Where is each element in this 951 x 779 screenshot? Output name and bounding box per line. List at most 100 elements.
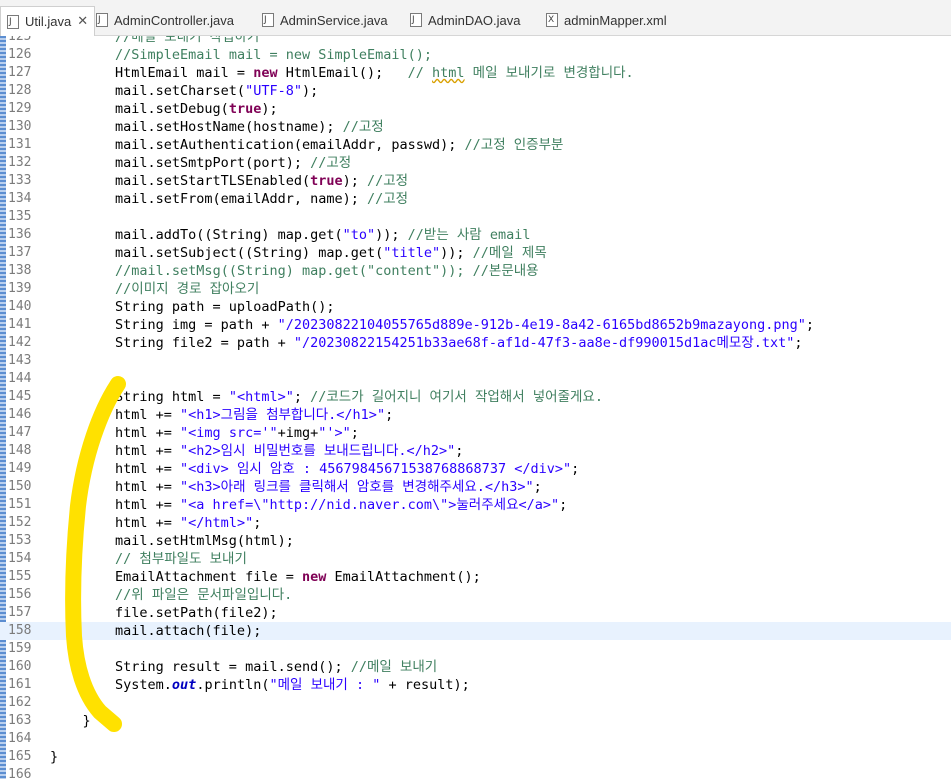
code-line[interactable]: 133 mail.setStartTLSEnabled(true); //고정 (0, 172, 951, 190)
code-text[interactable]: mail.setSmtpPort(port); //고정 (50, 154, 351, 172)
code-text[interactable]: html += "<h2>임시 비밀번호를 보내드립니다.</h2>"; (50, 442, 463, 460)
code-line[interactable]: 147 html += "<img src='"+img+"'>"; (0, 424, 951, 442)
code-text[interactable]: String path = uploadPath(); (50, 298, 334, 316)
code-line[interactable]: 151 html += "<a href=\"http://nid.naver.… (0, 496, 951, 514)
code-text[interactable]: //SimpleEmail mail = new SimpleEmail(); (50, 46, 432, 64)
code-line[interactable]: 137 mail.setSubject((String) map.get("ti… (0, 244, 951, 262)
code-text[interactable]: html += "</html>"; (50, 514, 261, 532)
code-line[interactable]: 149 html += "<div> 임시 암호 : 4567984567153… (0, 460, 951, 478)
tab-label: adminMapper.xml (564, 12, 667, 28)
tab-label: AdminDAO.java (428, 12, 521, 28)
line-number: 161 (8, 677, 32, 692)
line-number: 144 (8, 371, 32, 386)
code-line[interactable]: 129 mail.setDebug(true); (0, 100, 951, 118)
code-text[interactable]: mail.setCharset("UTF-8"); (50, 82, 318, 100)
tab-label: AdminService.java (280, 12, 388, 28)
code-line[interactable]: 140 String path = uploadPath(); (0, 298, 951, 316)
code-line[interactable]: 143 (0, 352, 951, 370)
code-line[interactable]: 166 (0, 766, 951, 779)
line-number: 136 (8, 227, 32, 242)
tab-util-java[interactable]: J Util.java ✕ (0, 6, 96, 36)
code-text[interactable]: HtmlEmail mail = new HtmlEmail(); // htm… (50, 64, 634, 82)
code-line[interactable]: 144 (0, 370, 951, 388)
code-line[interactable]: 153 mail.setHtmlMsg(html); (0, 532, 951, 550)
line-number: 147 (8, 425, 32, 440)
code-line[interactable]: 131 mail.setAuthentication(emailAddr, pa… (0, 136, 951, 154)
code-text[interactable]: html += "<a href=\"http://nid.naver.com\… (50, 496, 567, 514)
code-text[interactable]: mail.attach(file); (50, 622, 261, 640)
code-line[interactable]: 126 //SimpleEmail mail = new SimpleEmail… (0, 46, 951, 64)
code-line[interactable]: 127 HtmlEmail mail = new HtmlEmail(); //… (0, 64, 951, 82)
code-text[interactable]: mail.setHtmlMsg(html); (50, 532, 294, 550)
code-text[interactable]: //이미지 경로 잡아오기 (50, 280, 259, 298)
code-text[interactable]: //메일 보내기 작업하기 (50, 36, 259, 46)
code-text[interactable]: mail.setAuthentication(emailAddr, passwd… (50, 136, 563, 154)
code-text[interactable]: mail.setDebug(true); (50, 100, 278, 118)
code-line[interactable]: 146 html += "<h1>그림을 첨부합니다.</h1>"; (0, 406, 951, 424)
code-line[interactable]: 130 mail.setHostName(hostname); //고정 (0, 118, 951, 136)
line-number: 130 (8, 119, 32, 134)
code-line[interactable]: 162 (0, 694, 951, 712)
line-number: 155 (8, 569, 32, 584)
code-line[interactable]: 142 String file2 = path + "/202308221542… (0, 334, 951, 352)
tab-adminmapper-xml[interactable]: X adminMapper.xml (546, 8, 667, 32)
code-line[interactable]: 141 String img = path + "/20230822104055… (0, 316, 951, 334)
code-line[interactable]: 148 html += "<h2>임시 비밀번호를 보내드립니다.</h2>"; (0, 442, 951, 460)
code-text[interactable]: html += "<img src='"+img+"'>"; (50, 424, 359, 442)
code-line[interactable]: 157 file.setPath(file2); (0, 604, 951, 622)
code-text[interactable]: mail.setHostName(hostname); //고정 (50, 118, 384, 136)
line-number: 156 (8, 587, 32, 602)
code-line[interactable]: 165} (0, 748, 951, 766)
java-file-icon: J (410, 13, 422, 27)
code-line[interactable]: 138 //mail.setMsg((String) map.get("cont… (0, 262, 951, 280)
code-text[interactable]: file.setPath(file2); (50, 604, 278, 622)
code-area[interactable]: 125 //메일 보내기 작업하기 126 //SimpleEmail mail … (0, 36, 951, 779)
code-line[interactable]: 163 } (0, 712, 951, 730)
code-line[interactable]: 158 mail.attach(file); (0, 622, 951, 640)
code-text[interactable]: mail.setStartTLSEnabled(true); //고정 (50, 172, 408, 190)
line-number: 163 (8, 713, 32, 728)
code-line[interactable]: 135 (0, 208, 951, 226)
code-line[interactable]: 161 System.out.println("메일 보내기 : " + res… (0, 676, 951, 694)
code-line[interactable]: 152 html += "</html>"; (0, 514, 951, 532)
line-number: 139 (8, 281, 32, 296)
code-text[interactable]: } (50, 748, 58, 766)
xml-file-icon: X (546, 13, 558, 27)
code-text[interactable]: //위 파일은 문서파일입니다. (50, 586, 292, 604)
code-text[interactable]: mail.addTo((String) map.get("to")); //받는… (50, 226, 530, 244)
code-text[interactable]: //mail.setMsg((String) map.get("content"… (50, 262, 539, 280)
code-text[interactable]: EmailAttachment file = new EmailAttachme… (50, 568, 481, 586)
code-text[interactable]: String img = path + "/20230822104055765d… (50, 316, 814, 334)
code-text[interactable]: String file2 = path + "/20230822154251b3… (50, 334, 803, 352)
code-line[interactable]: 150 html += "<h3>아래 링크를 클릭해서 암호를 변경해주세요.… (0, 478, 951, 496)
code-line[interactable]: 160 String result = mail.send(); //메일 보내… (0, 658, 951, 676)
code-text[interactable]: html += "<h1>그림을 첨부합니다.</h1>"; (50, 406, 393, 424)
tab-adminservice-java[interactable]: J AdminService.java (262, 8, 388, 32)
code-line[interactable]: 136 mail.addTo((String) map.get("to")); … (0, 226, 951, 244)
code-text[interactable]: String result = mail.send(); //메일 보내기 (50, 658, 437, 676)
code-editor[interactable]: 125 //메일 보내기 작업하기 126 //SimpleEmail mail … (0, 36, 951, 779)
code-text[interactable]: mail.setFrom(emailAddr, name); //고정 (50, 190, 408, 208)
code-line[interactable]: 139 //이미지 경로 잡아오기 (0, 280, 951, 298)
code-text[interactable]: String html = "<html>"; //코드가 길어지니 여기서 작… (50, 388, 603, 406)
code-text[interactable]: System.out.println("메일 보내기 : " + result)… (50, 676, 470, 694)
code-text[interactable]: html += "<h3>아래 링크를 클릭해서 암호를 변경해주세요.</h3… (50, 478, 542, 496)
code-line[interactable]: 134 mail.setFrom(emailAddr, name); //고정 (0, 190, 951, 208)
code-line[interactable]: 164 (0, 730, 951, 748)
code-text[interactable]: mail.setSubject((String) map.get("title"… (50, 244, 547, 262)
code-line[interactable]: 155 EmailAttachment file = new EmailAtta… (0, 568, 951, 586)
code-line[interactable]: 154 // 첨부파일도 보내기 (0, 550, 951, 568)
code-line[interactable]: 125 //메일 보내기 작업하기 (0, 36, 951, 46)
code-text[interactable]: html += "<div> 임시 암호 : 45679845671538768… (50, 460, 579, 478)
code-line[interactable]: 159 (0, 640, 951, 658)
close-icon[interactable]: ✕ (77, 14, 88, 29)
code-line[interactable]: 145 String html = "<html>"; //코드가 길어지니 여… (0, 388, 951, 406)
code-text[interactable]: } (50, 712, 91, 730)
line-number: 126 (8, 47, 32, 62)
code-line[interactable]: 128 mail.setCharset("UTF-8"); (0, 82, 951, 100)
code-line[interactable]: 132 mail.setSmtpPort(port); //고정 (0, 154, 951, 172)
tab-admincontroller-java[interactable]: J AdminController.java (96, 8, 234, 32)
code-line[interactable]: 156 //위 파일은 문서파일입니다. (0, 586, 951, 604)
code-text[interactable]: // 첨부파일도 보내기 (50, 550, 247, 568)
tab-admindao-java[interactable]: J AdminDAO.java (410, 8, 520, 32)
